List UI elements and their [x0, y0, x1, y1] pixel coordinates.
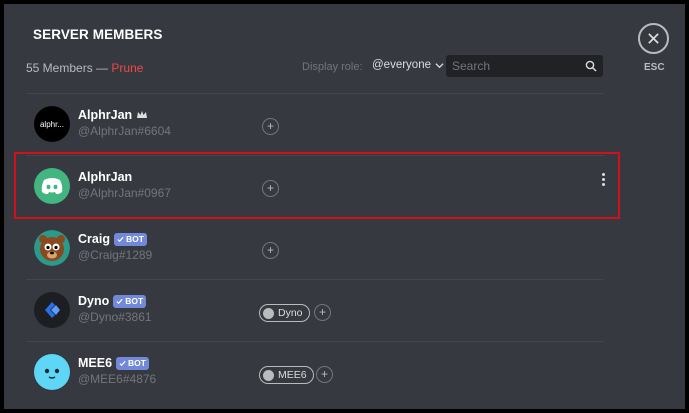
close-icon — [648, 33, 659, 44]
member-name-text: Craig — [78, 232, 110, 246]
avatar — [34, 230, 70, 266]
avatar — [34, 354, 70, 390]
role-pill-label: Dyno — [278, 307, 303, 319]
crown-icon — [137, 111, 148, 118]
selection-highlight — [14, 152, 620, 219]
check-icon — [116, 298, 123, 304]
bot-badge-label: BOT — [125, 296, 144, 306]
member-name: MEE6 BOT — [78, 356, 149, 370]
member-tag: @Craig#1289 — [78, 248, 153, 262]
role-pill[interactable]: Dyno — [259, 304, 310, 322]
member-row[interactable]: Dyno BOT @Dyno#3861 Dyno + — [26, 279, 604, 341]
bot-badge: BOT — [116, 356, 149, 370]
check-icon — [117, 236, 124, 242]
member-name: Dyno BOT — [78, 294, 147, 308]
craig-avatar-icon — [34, 230, 70, 266]
esc-label: ESC — [644, 62, 665, 73]
add-role-button[interactable]: + — [316, 366, 333, 383]
role-color-dot — [263, 369, 274, 381]
member-name: AlphrJan — [78, 108, 148, 122]
add-role-button[interactable]: + — [314, 304, 331, 321]
role-color-dot — [263, 307, 274, 319]
bot-badge: BOT — [113, 294, 147, 308]
role-pill[interactable]: MEE6 — [259, 366, 314, 384]
mee6-face-icon — [44, 368, 60, 379]
display-role-select[interactable]: @everyone — [372, 59, 444, 71]
avatar-text: alphr... — [39, 119, 64, 129]
member-name-text: Dyno — [78, 294, 110, 308]
member-name: Craig BOT — [78, 232, 147, 246]
page-title: SERVER MEMBERS — [33, 27, 163, 42]
member-tag: @AlphrJan#6604 — [78, 124, 171, 138]
bot-badge-label: BOT — [125, 234, 144, 244]
close-button[interactable] — [638, 23, 669, 54]
member-row[interactable]: MEE6 BOT @MEE6#4876 MEE6 + — [26, 341, 604, 403]
role-pill-label: MEE6 — [278, 369, 307, 381]
member-count: 55 Members — [26, 61, 93, 75]
separator: — — [96, 61, 109, 75]
add-role-button[interactable]: + — [262, 242, 279, 259]
dyno-logo-icon — [45, 302, 60, 318]
check-icon — [119, 360, 126, 366]
member-name-text: MEE6 — [78, 356, 113, 370]
avatar — [34, 292, 70, 328]
member-row[interactable]: Craig BOT @Craig#1289 + — [26, 217, 604, 279]
chevron-down-icon — [435, 62, 444, 68]
search-icon — [585, 60, 597, 72]
prune-link[interactable]: Prune — [111, 61, 143, 75]
search-input[interactable]: Search — [446, 55, 603, 77]
member-summary: 55 Members — Prune — [26, 61, 143, 75]
member-tag: @Dyno#3861 — [78, 310, 152, 324]
member-row[interactable]: alphr... AlphrJan @AlphrJan#6604 + — [26, 93, 604, 155]
member-name-text: AlphrJan — [78, 108, 133, 122]
bot-badge: BOT — [113, 232, 147, 246]
avatar: alphr... — [34, 106, 70, 142]
bot-badge-label: BOT — [128, 358, 146, 368]
display-role-label: Display role: — [302, 61, 363, 73]
display-role-value: @everyone — [372, 59, 431, 71]
member-tag: @MEE6#4876 — [78, 372, 157, 386]
search-placeholder: Search — [452, 59, 491, 73]
add-role-button[interactable]: + — [262, 118, 279, 135]
